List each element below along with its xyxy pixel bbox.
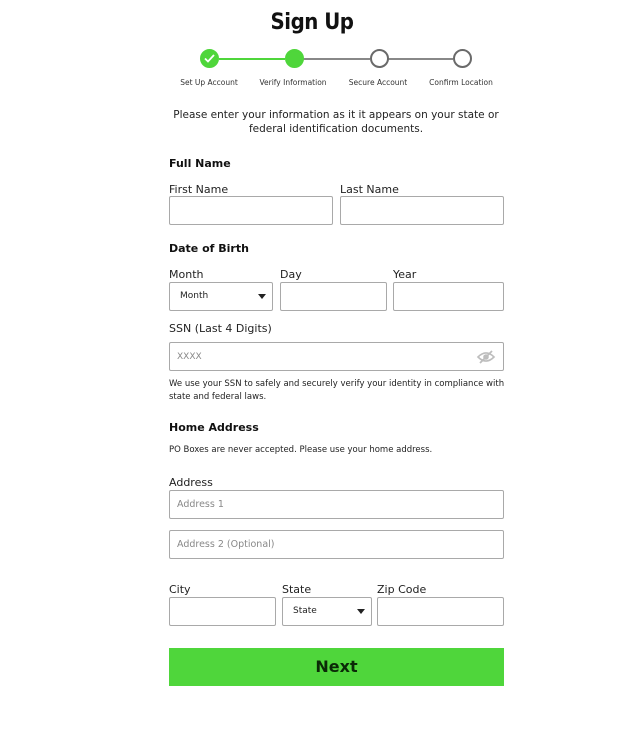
state-select[interactable]: State xyxy=(282,597,372,626)
year-input[interactable] xyxy=(393,282,504,311)
step-3-label: Secure Account xyxy=(348,78,408,87)
day-label: Day xyxy=(280,268,302,281)
eye-off-icon[interactable] xyxy=(476,349,496,365)
step-2-label: Verify Information xyxy=(259,78,327,87)
month-select-value: Month xyxy=(180,291,209,301)
home-address-heading: Home Address xyxy=(169,421,259,434)
ssn-placeholder: XXXX xyxy=(177,352,202,362)
step-4-indicator xyxy=(453,49,472,68)
year-label: Year xyxy=(393,268,417,281)
check-icon xyxy=(204,54,215,63)
last-name-input[interactable] xyxy=(340,196,504,225)
chevron-down-icon xyxy=(258,294,266,299)
address-label: Address xyxy=(169,476,213,489)
zip-input[interactable] xyxy=(377,597,504,626)
po-box-note: PO Boxes are never accepted. Please use … xyxy=(169,445,433,455)
city-label: City xyxy=(169,583,191,596)
intro-text: Please enter your information as it it a… xyxy=(173,109,499,135)
last-name-label: Last Name xyxy=(340,183,399,196)
page-title: Sign Up xyxy=(270,10,354,35)
step-4-label: Confirm Location xyxy=(429,78,493,87)
full-name-heading: Full Name xyxy=(169,157,231,170)
stepper-connector xyxy=(303,58,370,60)
step-2-indicator xyxy=(285,49,304,68)
address-1-input[interactable]: Address 1 xyxy=(169,490,504,519)
chevron-down-icon xyxy=(357,609,365,614)
stepper-connector xyxy=(219,58,285,60)
ssn-input[interactable]: XXXX xyxy=(169,342,504,371)
city-input[interactable] xyxy=(169,597,276,626)
step-3-indicator xyxy=(370,49,389,68)
dob-heading: Date of Birth xyxy=(169,242,249,255)
ssn-label: SSN (Last 4 Digits) xyxy=(169,322,272,335)
stepper-connector xyxy=(388,58,453,60)
step-1-label: Set Up Account xyxy=(180,78,238,87)
address-2-input[interactable]: Address 2 (Optional) xyxy=(169,530,504,559)
month-label: Month xyxy=(169,268,204,281)
step-1-indicator xyxy=(200,49,219,68)
first-name-label: First Name xyxy=(169,183,229,196)
day-input[interactable] xyxy=(280,282,387,311)
month-select[interactable]: Month xyxy=(169,282,273,311)
first-name-input[interactable] xyxy=(169,196,333,225)
state-label: State xyxy=(282,583,312,596)
zip-label: Zip Code xyxy=(377,583,427,596)
state-select-value: State xyxy=(293,606,317,616)
next-button[interactable]: Next xyxy=(169,648,504,686)
ssn-note: We use your SSN to safely and securely v… xyxy=(169,379,505,402)
